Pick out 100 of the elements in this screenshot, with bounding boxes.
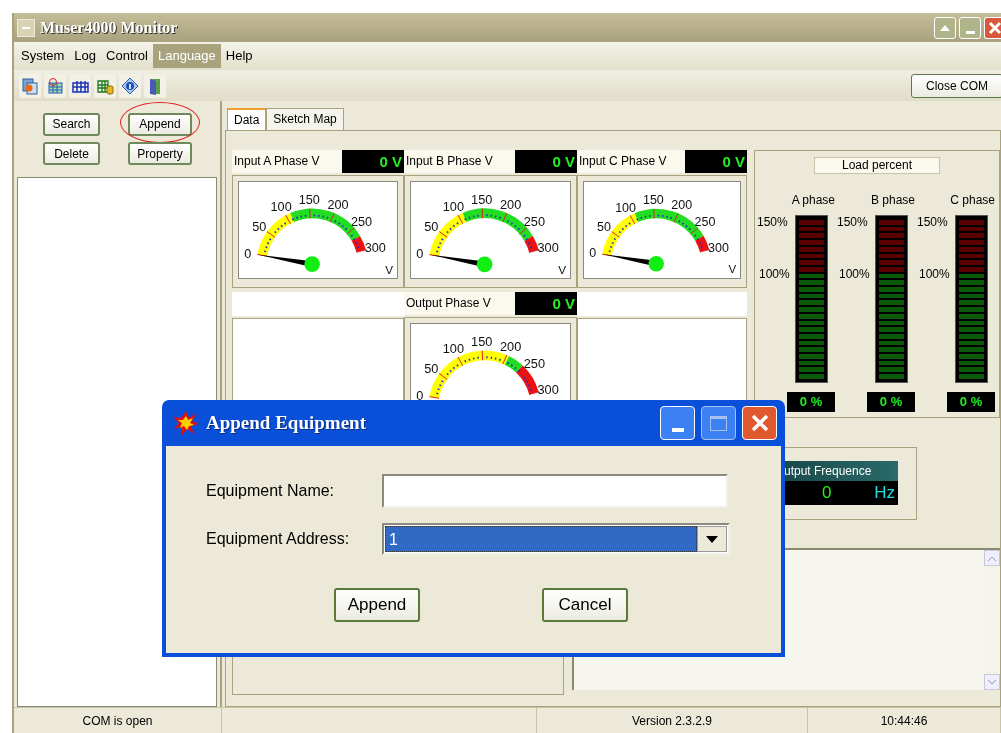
scale-label: 250 [694,215,716,230]
scale-label: 150% [917,214,948,231]
minimize-button[interactable] [959,16,981,39]
tab[interactable]: Sketch Map [266,108,344,130]
settings-icon[interactable] [19,73,41,98]
table-database-icon[interactable] [94,73,116,98]
confirm-button[interactable]: Append [334,588,420,622]
scale-label: 250 [351,215,373,230]
door-icon[interactable] [144,73,166,98]
device-search-button[interactable]: Search [43,112,100,136]
gauge-reading: 0 V [342,150,404,173]
dropdown-caret-icon[interactable] [697,526,727,552]
needle-pivot [476,256,493,273]
scale-label: 50 [424,218,439,234]
panel-title: Load percent [814,157,940,174]
load-reading: 0 % [867,392,915,412]
scale-label: 50 [252,219,267,234]
frequency-title: utput Frequence [784,461,898,481]
phase-label: A phase [790,192,836,208]
load-reading: 0 % [787,392,835,412]
scale-label: 250 [523,356,545,372]
dialog-title: Append Equipment [206,410,366,435]
scale-label: 100 [270,200,292,215]
field-label: Equipment Name: [206,481,336,501]
scroll-down-icon[interactable] [984,674,1000,690]
scale-label: 0 [589,246,597,261]
combo-value: 1 [385,526,697,552]
scale-label: 50 [424,360,439,376]
scale-label: 100 [442,341,465,357]
close-icon [988,20,1001,35]
scale-label: 150 [471,191,493,207]
scale-label: 200 [327,198,349,212]
scale-label: 200 [500,338,522,354]
scale-label: 0 [244,246,252,261]
restore-up-button[interactable] [934,16,956,39]
status-text: 10:44:46 [880,712,928,730]
scale-label: 200 [500,196,522,212]
scale-label: 300 [708,240,729,255]
close-com-button[interactable]: Close COM [911,73,1001,98]
info-icon[interactable] [119,73,141,98]
gauge-title: Input B Phase V [404,150,515,173]
scale-label: 100% [839,266,870,283]
maximize-button[interactable] [701,406,736,440]
phase-label: C phase [949,192,996,208]
status-text: Version 2.3.2.9 [631,712,713,730]
device-append-button[interactable]: Append [128,112,192,136]
gauge-reading: 0 V [515,292,577,315]
load-reading: 0 % [947,392,995,412]
needle-pivot [648,256,664,272]
frequency-unit: Hz [874,482,895,505]
scale-label: 100% [919,266,950,283]
app-menu-icon[interactable] [17,18,35,37]
gauge-title: Input C Phase V [577,150,685,173]
menu-item[interactable]: Control [101,44,153,68]
scale-label: 150 [643,193,664,208]
table-icon[interactable] [69,73,91,98]
gauge-reading: 0 V [685,150,747,173]
scale-label: 100 [615,200,637,215]
gauge-reading: 0 V [515,150,577,173]
scale-label: 0 [416,387,424,403]
burst-icon [172,410,200,436]
scale-label: 300 [537,382,559,398]
scroll-up-icon[interactable] [984,550,1000,566]
grid-icon[interactable] [44,73,66,98]
scale-label: 300 [537,240,559,256]
equipment-name-input[interactable] [382,474,728,508]
device-delete-button[interactable]: Delete [43,142,100,165]
scale-label: 200 [671,198,693,213]
menu-item[interactable]: System [16,44,70,68]
unit-label: V [385,262,394,276]
equipment-address-combo[interactable]: 1 [382,523,730,555]
field-label: Equipment Address: [206,529,351,549]
window-title: Muser4000 Monitor [40,17,178,38]
minimize-button[interactable] [660,406,695,440]
frequency-value: 0 [822,482,832,505]
menu-item[interactable]: Help [220,44,258,68]
status-text: COM is open [82,712,153,730]
scale-label: 300 [364,241,386,256]
scale-label: 0 [416,245,424,261]
scale-label: 150 [471,333,493,349]
tab[interactable]: Data [227,108,267,130]
scale-label: 50 [596,219,611,234]
phase-label: B phase [869,192,916,208]
gauge-title: Input A Phase V [232,150,342,173]
scale-label: 150% [837,214,868,231]
device-property-button[interactable]: Property [128,142,192,165]
unit-label: V [558,263,567,277]
scale-label: 150 [298,192,320,207]
gauge-title: Output Phase V [404,292,515,315]
scale-label: 250 [523,214,545,230]
cancel-button[interactable]: Cancel [542,588,628,622]
close-button[interactable] [742,406,777,440]
menu-item[interactable]: Log [69,44,102,68]
up-arrow-icon [940,24,950,31]
scrollbar[interactable] [984,550,1000,690]
close-button[interactable] [984,16,1001,39]
scale-label: 100 [442,199,465,215]
unit-label: V [728,263,737,276]
scale-label: 150% [757,214,788,231]
close-icon [749,413,770,433]
